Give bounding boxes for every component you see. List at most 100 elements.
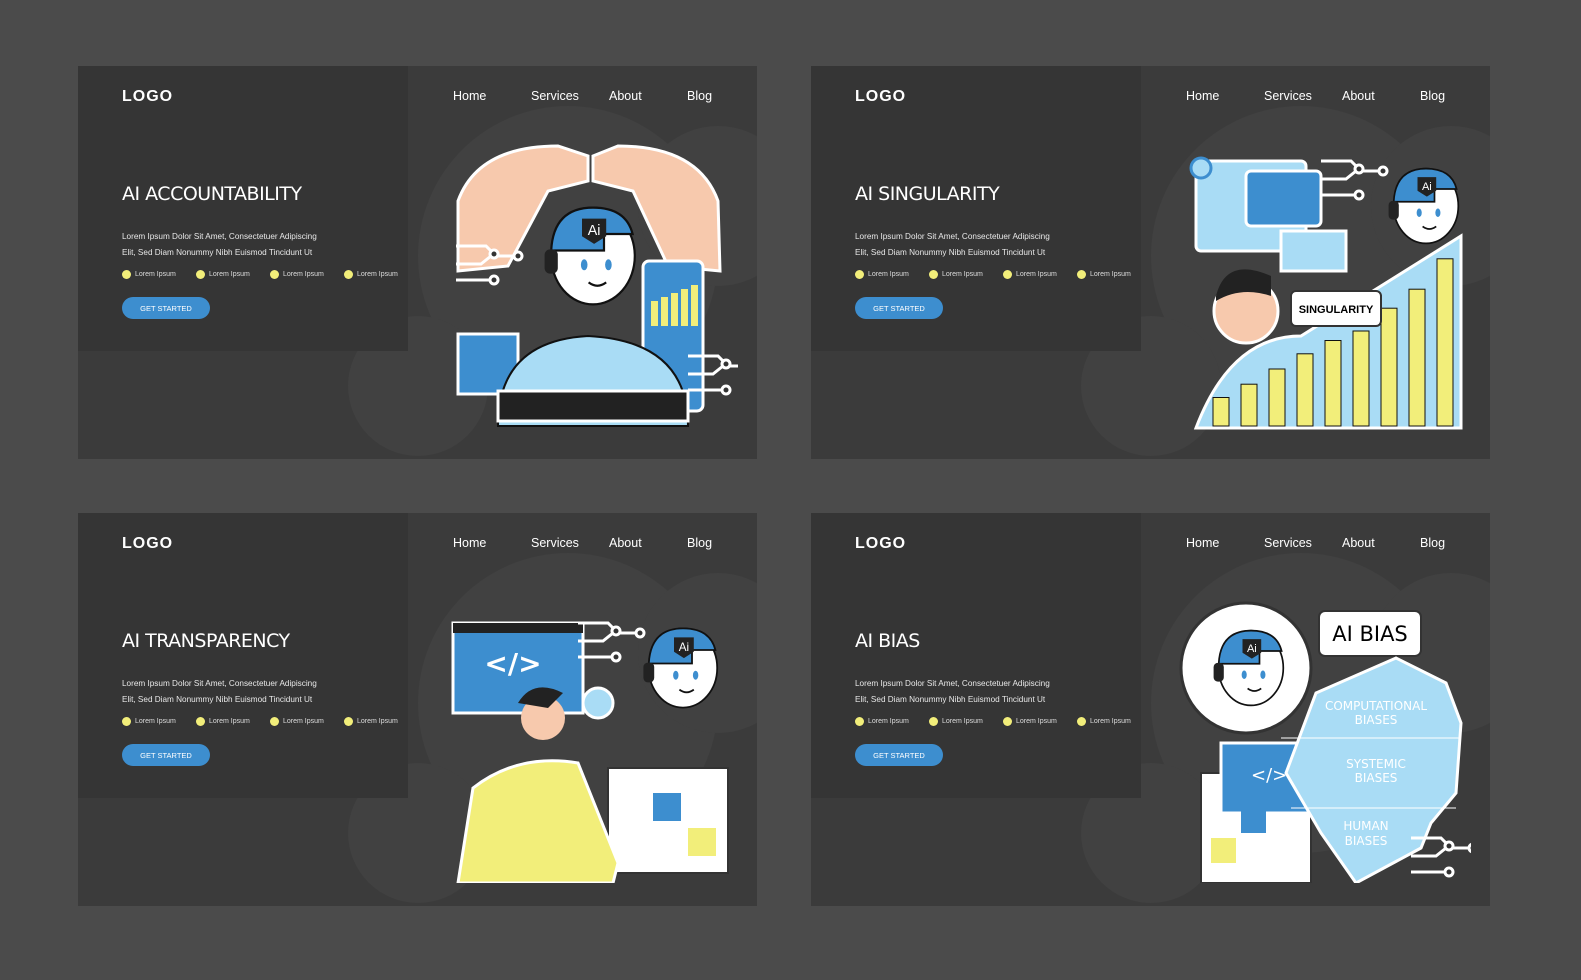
get-started-button[interactable]: GET STARTED <box>122 744 210 766</box>
layer-label: SYSTEMIC <box>1346 757 1406 771</box>
bullet-item: Lorem Ipsum <box>1003 717 1077 726</box>
bullet-item: Lorem Ipsum <box>122 717 196 726</box>
nav-home[interactable]: Home <box>453 89 486 103</box>
logo[interactable]: LOGO <box>855 88 906 106</box>
robot-head-icon: Ai <box>643 627 719 709</box>
circuit-lines-icon <box>578 621 646 663</box>
hero-illustration: Ai AI BIAS </> COMPUTATIONAL BIASES SYSTE… <box>1171 583 1479 885</box>
bullet-label: Lorem Ipsum <box>209 718 250 725</box>
svg-text:Ai: Ai <box>1422 181 1432 193</box>
description-line: Elit, Sed Diam Nonummy Nibh Euismod Tinc… <box>122 694 313 704</box>
get-started-button[interactable]: GET STARTED <box>122 297 210 319</box>
person-icon <box>518 687 565 740</box>
description-line: Lorem Ipsum Dolor Sit Amet, Consectetuer… <box>855 679 1050 688</box>
illustration-svg: </> Ai <box>451 621 729 885</box>
illustration-svg: Ai <box>456 144 756 427</box>
illustration-svg: Ai SINGULARITY <box>1189 156 1463 430</box>
bullet-dot-icon <box>270 270 279 279</box>
illustration-svg: Ai AI BIAS </> COMPUTATIONAL BIASES SYSTE… <box>1179 601 1479 885</box>
bullet-label: Lorem Ipsum <box>357 718 398 725</box>
description-line: Elit, Sed Diam Nonummy Nibh Euismod Tinc… <box>855 694 1046 704</box>
nav-services[interactable]: Services <box>531 536 579 550</box>
bullet-label: Lorem Ipsum <box>942 271 983 278</box>
bullet-item: Lorem Ipsum <box>855 717 929 726</box>
bullet-dot-icon <box>1077 717 1086 726</box>
bullet-label: Lorem Ipsum <box>942 718 983 725</box>
nav-blog[interactable]: Blog <box>1420 89 1445 103</box>
bullet-label: Lorem Ipsum <box>1016 718 1057 725</box>
growth-bar <box>1352 330 1370 427</box>
landing-panel: LOGO Home Services About Blog AI SINGULA… <box>811 66 1490 459</box>
bullet-label: Lorem Ipsum <box>357 271 398 278</box>
bullet-dot-icon <box>1003 270 1012 279</box>
bullet-dot-icon <box>344 270 353 279</box>
get-started-button[interactable]: GET STARTED <box>855 744 943 766</box>
nav-services[interactable]: Services <box>1264 536 1312 550</box>
bullet-label: Lorem Ipsum <box>1090 271 1131 278</box>
bullet-dot-icon <box>929 270 938 279</box>
page-title: AI BIAS <box>855 630 920 652</box>
nav-about[interactable]: About <box>609 536 642 550</box>
bullet-dot-icon <box>270 717 279 726</box>
bullet-dot-icon <box>1077 270 1086 279</box>
description: Lorem Ipsum Dolor Sit Amet, Consectetuer… <box>855 229 1115 260</box>
description: Lorem Ipsum Dolor Sit Amet, Consectetuer… <box>122 676 382 707</box>
nav-services[interactable]: Services <box>1264 89 1312 103</box>
page-title: AI TRANSPARENCY <box>122 630 290 652</box>
layer-label: HUMAN <box>1343 819 1388 833</box>
bullet-label: Lorem Ipsum <box>283 718 324 725</box>
bullet-label: Lorem Ipsum <box>135 718 176 725</box>
nav-about[interactable]: About <box>1342 89 1375 103</box>
bullet-item: Lorem Ipsum <box>929 717 1003 726</box>
bullet-item: Lorem Ipsum <box>1077 717 1151 726</box>
svg-text:Ai: Ai <box>1247 643 1257 655</box>
bullet-item: Lorem Ipsum <box>855 270 929 279</box>
bullet-item: Lorem Ipsum <box>344 270 418 279</box>
bullet-list: Lorem Ipsum Lorem Ipsum Lorem Ipsum Lore… <box>855 717 1151 726</box>
bullet-item: Lorem Ipsum <box>1077 270 1151 279</box>
hero-illustration: Ai SINGULARITY <box>1171 136 1471 436</box>
bullet-list: Lorem Ipsum Lorem Ipsum Lorem Ipsum Lore… <box>122 717 418 726</box>
nav-home[interactable]: Home <box>1186 536 1219 550</box>
landing-panel: LOGO Home Services About Blog AI BIAS Lo… <box>811 513 1490 906</box>
code-icon: </> <box>1251 765 1287 786</box>
person-icon <box>1212 269 1280 345</box>
bullet-item: Lorem Ipsum <box>122 270 196 279</box>
description: Lorem Ipsum Dolor Sit Amet, Consectetuer… <box>855 676 1115 707</box>
bullet-item: Lorem Ipsum <box>196 717 270 726</box>
get-started-button[interactable]: GET STARTED <box>855 297 943 319</box>
bullet-dot-icon <box>196 717 205 726</box>
nav-home[interactable]: Home <box>1186 89 1219 103</box>
layer-label: BIASES <box>1345 834 1388 848</box>
layer-label: COMPUTATIONAL <box>1325 699 1427 713</box>
bullet-item: Lorem Ipsum <box>1003 270 1077 279</box>
bullet-item: Lorem Ipsum <box>929 270 1003 279</box>
nav-about[interactable]: About <box>1342 536 1375 550</box>
bullet-item: Lorem Ipsum <box>344 717 418 726</box>
logo[interactable]: LOGO <box>855 535 906 553</box>
hero-illustration: </> Ai <box>438 583 738 885</box>
page-title: AI ACCOUNTABILITY <box>122 183 302 205</box>
bullet-dot-icon <box>196 270 205 279</box>
nav-services[interactable]: Services <box>531 89 579 103</box>
bullet-dot-icon <box>1003 717 1012 726</box>
svg-text:Ai: Ai <box>679 641 689 654</box>
logo[interactable]: LOGO <box>122 535 173 553</box>
magnifier-icon <box>581 686 615 720</box>
nav-about[interactable]: About <box>609 89 642 103</box>
ai-bias-bubble: AI BIAS <box>1332 622 1408 646</box>
logo[interactable]: LOGO <box>122 88 173 106</box>
bullet-dot-icon <box>929 717 938 726</box>
description-line: Elit, Sed Diam Nonummy Nibh Euismod Tinc… <box>855 247 1046 257</box>
growth-bar <box>1212 397 1230 427</box>
nav-blog[interactable]: Blog <box>687 536 712 550</box>
nav-home[interactable]: Home <box>453 536 486 550</box>
nav-blog[interactable]: Blog <box>1420 536 1445 550</box>
nav-blog[interactable]: Blog <box>687 89 712 103</box>
page-title: AI SINGULARITY <box>855 183 1000 205</box>
bullet-label: Lorem Ipsum <box>209 271 250 278</box>
description-line: Lorem Ipsum Dolor Sit Amet, Consectetuer… <box>122 232 317 241</box>
robot-head-icon: Ai <box>1388 167 1460 245</box>
description-line: Elit, Sed Diam Nonummy Nibh Euismod Tinc… <box>122 247 313 257</box>
bullet-dot-icon <box>122 717 131 726</box>
